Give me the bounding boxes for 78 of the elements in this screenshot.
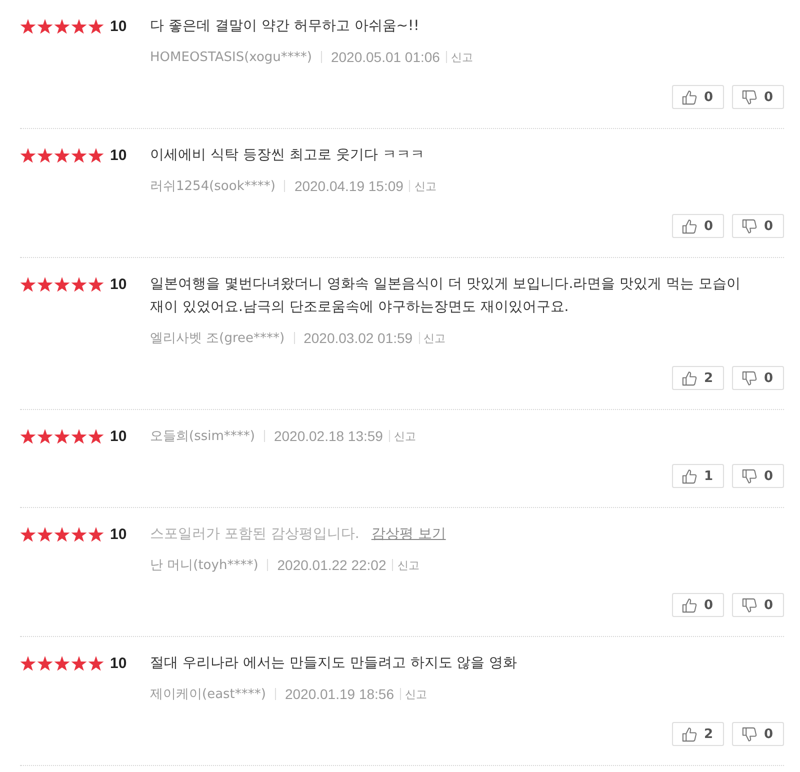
thumbs-down-icon: [742, 726, 757, 742]
thumbs-up-icon: [682, 726, 697, 742]
thumbs-up-icon: [682, 468, 697, 484]
dislike-button[interactable]: 0: [732, 85, 784, 109]
star-icon: [20, 148, 36, 162]
star-icon: [88, 148, 104, 162]
review-text: 일본여행을 몇번다녀왔더니 영화속 일본음식이 더 맛있게 보입니다.라면을 맛있게 먹는 모습이 재이 있었어요.남극의 단조로움속에 야구하는장면도 재이있어구요.: [150, 275, 742, 317]
author-name: 엘리사벳 조(gree****): [150, 330, 285, 347]
star-icon: [37, 18, 53, 34]
author-name: 제이케이(east****): [150, 686, 266, 703]
like-button[interactable]: 2: [672, 722, 724, 746]
star-icon: [71, 18, 87, 34]
star-icon: [88, 276, 104, 292]
dislike-button[interactable]: 0: [732, 593, 784, 617]
star-icon: [20, 276, 36, 292]
thumbs-down-icon: [742, 468, 757, 484]
review-date: 2020.03.02 01:59: [304, 330, 413, 346]
dislike-button[interactable]: 0: [732, 722, 784, 746]
star-icon: [71, 526, 87, 542]
review-date: 2020.05.01 01:06: [330, 49, 440, 65]
dislike-button[interactable]: 0: [732, 366, 784, 390]
review-date: 2020.01.19 18:56: [284, 686, 394, 702]
review-date: 2020.02.18 13:59: [274, 428, 383, 444]
star-icon: [37, 276, 53, 292]
thumbs-down-icon: [742, 598, 757, 612]
rating-score: 10: [110, 18, 127, 34]
star-icon: [71, 148, 87, 162]
star-icon: [88, 428, 104, 444]
review-date: 2020.01.22 22:02: [277, 557, 386, 573]
star-icon: [37, 428, 53, 444]
review-text: 다 좋은데 결말이 약간 허무하고 아쉬움~!!: [150, 17, 420, 36]
author-name: 난 머니(toyh****): [150, 557, 258, 574]
star-icon: [88, 656, 104, 670]
thumbs-up-icon: [682, 90, 697, 104]
star-icon: [20, 526, 36, 542]
show-review-link[interactable]: 감상평 보기: [371, 523, 446, 546]
rating-score: 10: [110, 276, 127, 292]
dislike-button[interactable]: 0: [732, 464, 784, 488]
author-name: HOMEOSTASIS(xogu****): [150, 50, 312, 64]
thumbs-up-icon: [682, 370, 697, 386]
review-text: 이세에비 식탁 등장씬 최고로 웃기다 ㅋㅋㅋ: [150, 146, 426, 165]
author-name: 오들희(ssim****): [150, 428, 255, 445]
rating-score: 10: [110, 526, 127, 542]
thumbs-down-icon: [742, 370, 757, 386]
like-button[interactable]: 0: [672, 85, 724, 109]
star-icon: [20, 656, 36, 670]
star-icon: [88, 18, 104, 34]
star-icon: [71, 276, 87, 292]
like-button[interactable]: 0: [672, 593, 724, 617]
star-icon: [20, 18, 36, 34]
thumbs-down-icon: [742, 218, 757, 234]
star-icon: [54, 428, 70, 444]
star-icon: [37, 526, 53, 542]
star-icon: [88, 526, 104, 542]
spoiler-notice: 스포일러가 포함된 감상평입니다.: [150, 525, 360, 544]
star-icon: [54, 526, 70, 542]
star-icon: [71, 428, 87, 444]
review-text: 절대 우리나라 에서는 만들지도 만들려고 하지도 않을 영화: [150, 654, 518, 673]
thumbs-up-icon: [682, 598, 697, 612]
like-button[interactable]: 1: [672, 464, 724, 488]
thumbs-up-icon: [682, 218, 697, 234]
rating-score: 10: [110, 654, 127, 672]
star-icon: [20, 428, 36, 444]
star-icon: [37, 148, 53, 162]
dislike-button[interactable]: 0: [732, 214, 784, 238]
star-icon: [54, 148, 70, 162]
star-icon: [54, 656, 70, 670]
star-icon: [54, 276, 70, 292]
like-button[interactable]: 2: [672, 366, 724, 390]
star-icon: [71, 656, 87, 670]
star-icon: [37, 656, 53, 670]
review-date: 2020.04.19 15:09: [294, 178, 404, 194]
like-button[interactable]: 0: [672, 214, 724, 238]
thumbs-down-icon: [742, 90, 757, 104]
rating-score: 10: [110, 428, 127, 444]
rating-score: 10: [110, 146, 127, 164]
star-icon: [54, 18, 70, 34]
author-name: 러쉬1254(sook****): [150, 178, 276, 195]
